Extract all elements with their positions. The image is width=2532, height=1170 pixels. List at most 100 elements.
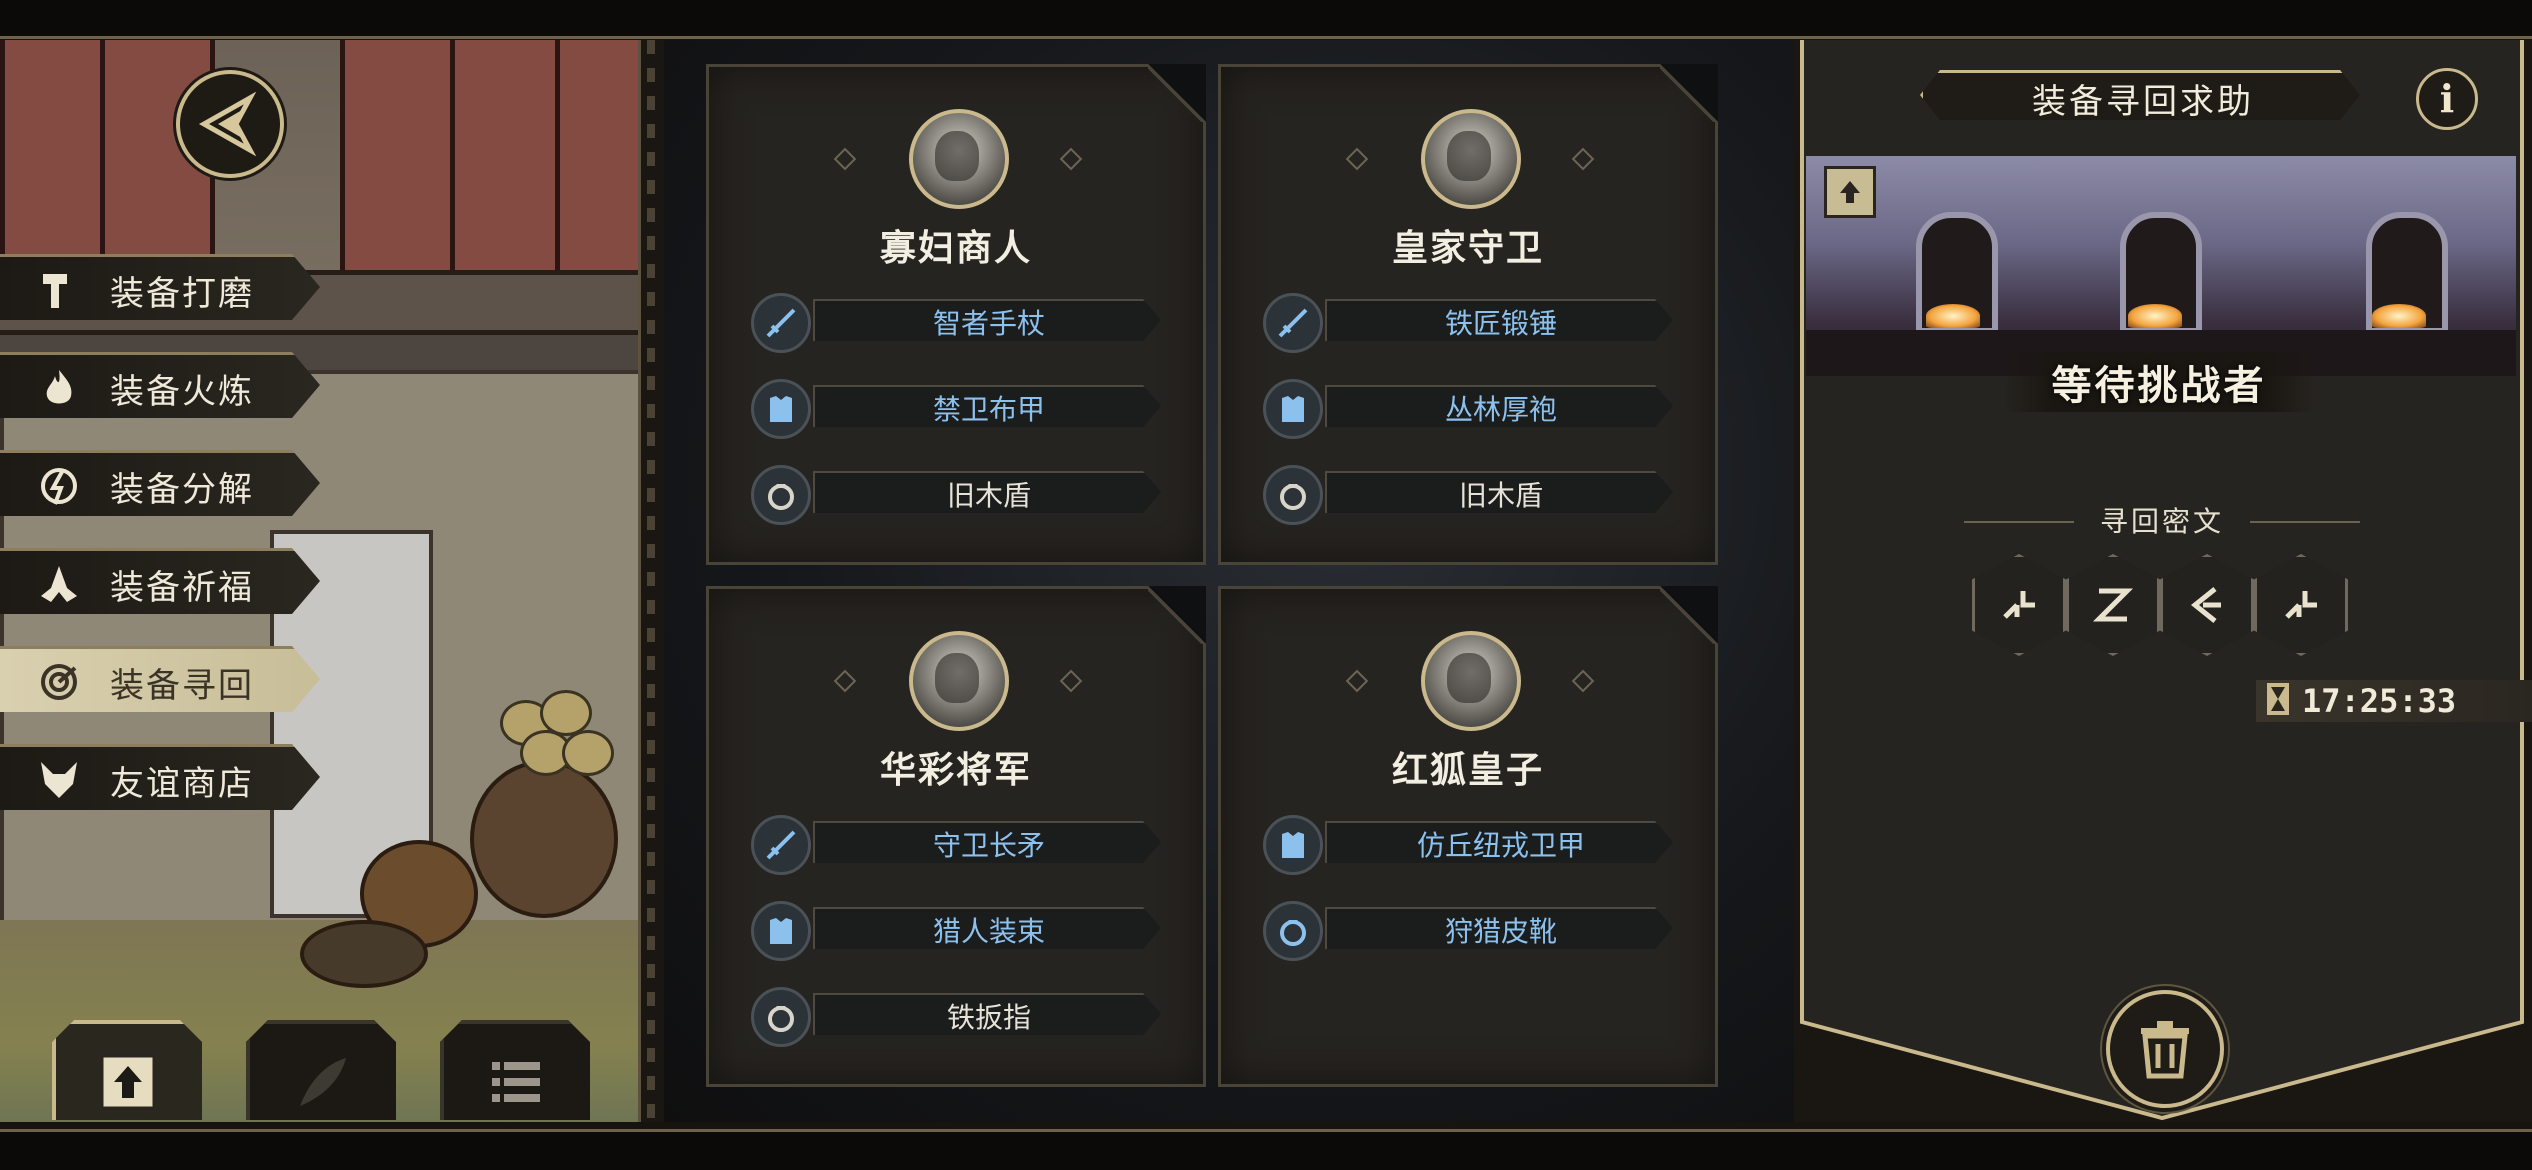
equipment-name: 禁卫布甲 <box>813 385 1161 427</box>
pray-hands-icon <box>36 561 82 607</box>
challenger-name: 寡妇商人 <box>879 228 1032 269</box>
timer-value: 17:25:33 <box>2302 682 2457 720</box>
countdown-timer: 17:25:33 <box>2256 680 2532 722</box>
equipment-slot[interactable]: 铁匠锻锤 <box>1263 293 1673 353</box>
diamond-ornament <box>1571 147 1595 171</box>
armor-icon <box>1263 815 1323 875</box>
roof-plank <box>0 40 115 277</box>
menu-item-friend-shop[interactable]: 友谊商店 <box>0 744 320 810</box>
challenger-card[interactable]: 红狐皇子 仿丘纽戎卫甲 狩猎皮靴 <box>1218 586 1718 1087</box>
widow-merchant-avatar <box>909 109 1009 209</box>
equipment-name: 丛林厚袍 <box>1325 385 1673 427</box>
disassemble-icon <box>36 463 82 509</box>
challenger-name: 皇家守卫 <box>1391 228 1544 269</box>
crate <box>300 920 428 988</box>
roof-plank <box>450 40 565 286</box>
diamond-ornament <box>1059 147 1083 171</box>
ring-icon <box>1263 465 1323 525</box>
menu-item-retrieve[interactable]: 装备寻回 <box>0 646 320 712</box>
menu-item-polish[interactable]: 装备打磨 <box>0 254 320 320</box>
menu-item-label: 装备寻回 <box>110 665 254 706</box>
fox-prince-avatar <box>1421 631 1521 731</box>
menu-item-label: 装备打磨 <box>110 273 254 314</box>
armor-icon <box>751 901 811 961</box>
equipment-slot[interactable]: 铁扳指 <box>751 987 1161 1047</box>
menu-item-refine[interactable]: 装备火炼 <box>0 352 320 418</box>
ring-icon <box>751 987 811 1047</box>
panel-title: 装备寻回求助 <box>1920 70 2360 120</box>
sword-icon <box>1263 293 1323 353</box>
tab-upload[interactable] <box>52 1020 202 1120</box>
basket <box>470 760 618 918</box>
hourglass-icon <box>2266 682 2290 720</box>
equipment-name: 仿丘纽戎卫甲 <box>1325 821 1673 863</box>
equipment-slot[interactable]: 狩猎皮靴 <box>1263 901 1673 961</box>
menu-item-bless[interactable]: 装备祈福 <box>0 548 320 614</box>
fruit <box>562 730 614 776</box>
royal-guard-avatar <box>1421 109 1521 209</box>
equipment-slot[interactable]: 旧木盾 <box>1263 465 1673 525</box>
fire <box>2372 304 2426 328</box>
status-banner: 等待挑战者 <box>2004 352 2314 412</box>
fire <box>1926 304 1980 328</box>
challenger-card[interactable]: 寡妇商人 智者手杖 禁卫布甲 旧木盾 <box>706 64 1206 565</box>
equipment-name: 猎人装束 <box>813 907 1161 949</box>
fox-icon <box>36 757 82 803</box>
equipment-slot[interactable]: 旧木盾 <box>751 465 1161 525</box>
trash-icon <box>2141 1021 2189 1079</box>
target-icon <box>36 659 82 705</box>
back-button[interactable] <box>176 70 284 178</box>
diamond-ornament <box>1571 669 1595 693</box>
list-icon <box>476 1042 556 1120</box>
equipment-slot[interactable]: 禁卫布甲 <box>751 379 1161 439</box>
roof-plank <box>555 40 640 285</box>
sword-icon <box>751 815 811 875</box>
menu-item-label: 装备分解 <box>110 469 254 510</box>
menu-item-label: 友谊商店 <box>110 763 254 804</box>
info-button[interactable]: i <box>2416 68 2478 130</box>
equipment-name: 旧木盾 <box>1325 471 1673 513</box>
menu-item-label: 装备祈福 <box>110 567 254 608</box>
equipment-name: 狩猎皮靴 <box>1325 907 1673 949</box>
menu-item-disassemble[interactable]: 装备分解 <box>0 450 320 516</box>
equipment-name: 铁扳指 <box>813 993 1161 1035</box>
equipment-name: 智者手杖 <box>813 299 1161 341</box>
ring-icon <box>1263 901 1323 961</box>
menu-item-label: 装备火炼 <box>110 371 254 412</box>
rune-title: 寻回密文 <box>2099 505 2224 538</box>
challenger-name: 红狐皇子 <box>1391 750 1544 791</box>
feather-icon <box>282 1042 362 1120</box>
diamond-ornament <box>1345 147 1369 171</box>
retrieve-panel: 装备寻回求助 i 等待挑战者 寻回密文 17:25:33 <box>1794 40 2532 1122</box>
equipment-slot[interactable]: 仿丘纽戎卫甲 <box>1263 815 1673 875</box>
roof-plank <box>340 40 455 286</box>
rune-divider <box>2250 521 2360 523</box>
tab-feather[interactable] <box>246 1020 396 1120</box>
trash-button[interactable] <box>2106 990 2224 1108</box>
armor-icon <box>1263 379 1323 439</box>
dungeon-hall-image <box>1806 156 2516 376</box>
armor-icon <box>751 379 811 439</box>
hammer-icon <box>36 267 82 313</box>
challenger-card[interactable]: 皇家守卫 铁匠锻锤 丛林厚袍 旧木盾 <box>1218 64 1718 565</box>
diamond-ornament <box>833 669 857 693</box>
fire <box>2128 304 2182 328</box>
upload-badge-icon <box>1824 166 1876 218</box>
equipment-slot[interactable]: 猎人装束 <box>751 901 1161 961</box>
diamond-ornament <box>1059 669 1083 693</box>
tab-list[interactable] <box>440 1020 590 1120</box>
upload-icon <box>88 1042 168 1120</box>
flame-icon <box>36 365 82 411</box>
equipment-slot[interactable]: 丛林厚袍 <box>1263 379 1673 439</box>
diamond-ornament <box>833 147 857 171</box>
back-arrow-icon <box>198 91 257 157</box>
ring-icon <box>751 465 811 525</box>
equipment-slot[interactable]: 守卫长矛 <box>751 815 1161 875</box>
equipment-slot[interactable]: 智者手杖 <box>751 293 1161 353</box>
challenger-name: 华彩将军 <box>879 750 1032 791</box>
sword-icon <box>751 293 811 353</box>
equipment-name: 守卫长矛 <box>813 821 1161 863</box>
challenger-list: 寡妇商人 智者手杖 禁卫布甲 旧木盾 皇家守卫 铁匠锻锤 丛林厚袍 旧木盾 华彩… <box>664 40 1794 1122</box>
challenger-card[interactable]: 华彩将军 守卫长矛 猎人装束 铁扳指 <box>706 586 1206 1087</box>
equipment-name: 铁匠锻锤 <box>1325 299 1673 341</box>
